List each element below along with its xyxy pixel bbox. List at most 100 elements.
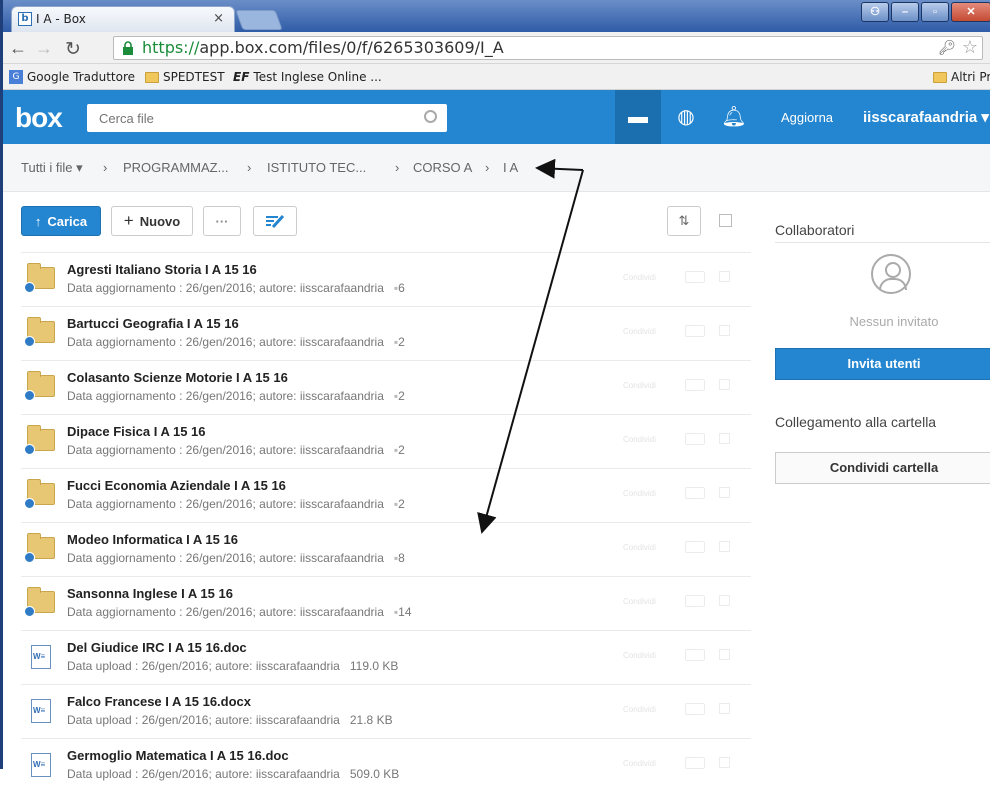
box-logo[interactable]: box	[15, 102, 63, 134]
file-row[interactable]: Del Giudice IRC I A 15 16.doc Data upload…	[21, 630, 751, 684]
new-tab-button[interactable]	[235, 10, 283, 30]
crumb-corso-a[interactable]: CORSO A	[413, 160, 472, 175]
row-share-button[interactable]: Condividi	[623, 273, 656, 282]
crumb-programmaz[interactable]: PROGRAMMAZ...	[123, 160, 228, 175]
row-checkbox[interactable]	[719, 433, 730, 444]
row-share-button[interactable]: Condividi	[623, 327, 656, 336]
close-window-icon[interactable]: ✕	[951, 2, 990, 22]
row-more-icon[interactable]	[685, 487, 705, 499]
row-more-icon[interactable]	[685, 703, 705, 715]
update-link[interactable]: Aggiorna	[781, 110, 833, 125]
row-more-icon[interactable]	[685, 595, 705, 607]
bell-icon[interactable]: 🔔︎	[711, 90, 757, 144]
item-meta: Data aggiornamento : 26/gen/2016; autore…	[67, 281, 405, 295]
row-checkbox[interactable]	[719, 541, 730, 552]
item-name[interactable]: Del Giudice IRC I A 15 16.doc	[67, 640, 247, 655]
folder-row[interactable]: Modeo Informatica I A 15 16 Data aggiorna…	[21, 522, 751, 576]
item-name[interactable]: Fucci Economia Aziendale I A 15 16	[67, 478, 286, 493]
file-count-icon: ▪	[383, 551, 399, 565]
share-folder-button[interactable]: Condividi cartella	[775, 452, 990, 484]
item-count: 8	[398, 551, 405, 565]
more-options-button[interactable]: ···	[203, 206, 241, 236]
user-menu[interactable]: iisscarafaandria ▾	[863, 108, 989, 126]
item-name[interactable]: Modeo Informatica I A 15 16	[67, 532, 238, 547]
file-row[interactable]: Germoglio Matematica I A 15 16.doc Data u…	[21, 738, 751, 792]
row-checkbox[interactable]	[719, 325, 730, 336]
row-share-button[interactable]: Condividi	[623, 435, 656, 444]
file-row[interactable]: Falco Francese I A 15 16.docx Data upload…	[21, 684, 751, 738]
row-share-button[interactable]: Condividi	[623, 381, 656, 390]
crumb-istituto[interactable]: ISTITUTO TEC...	[267, 160, 366, 175]
folder-row[interactable]: Sansonna Inglese I A 15 16 Data aggiornam…	[21, 576, 751, 630]
row-checkbox[interactable]	[719, 595, 730, 606]
row-more-icon[interactable]	[685, 649, 705, 661]
row-share-button[interactable]: Condividi	[623, 705, 656, 714]
item-name[interactable]: Germoglio Matematica I A 15 16.doc	[67, 748, 289, 763]
globe-icon[interactable]: ◍	[663, 90, 709, 144]
url-path: app.box.com/files/0/f/6265303609/I_A	[199, 38, 504, 57]
item-name[interactable]: Sansonna Inglese I A 15 16	[67, 586, 233, 601]
row-more-icon[interactable]	[685, 325, 705, 337]
key-icon[interactable]: 🔑︎	[938, 37, 956, 59]
title-bar: b I A - Box × ⚇ – ▫ ✕	[3, 0, 990, 32]
word-document-icon	[27, 645, 51, 669]
row-share-button[interactable]: Condividi	[623, 489, 656, 498]
back-icon[interactable]: ←	[9, 38, 27, 59]
files-folder-icon[interactable]: ▬	[615, 90, 661, 144]
search-box[interactable]	[87, 104, 447, 132]
search-icon[interactable]	[424, 110, 437, 123]
forward-icon[interactable]: →	[35, 38, 53, 59]
row-checkbox[interactable]	[719, 379, 730, 390]
item-name[interactable]: Agresti Italiano Storia I A 15 16	[67, 262, 257, 277]
row-more-icon[interactable]	[685, 757, 705, 769]
tab-close-icon[interactable]: ×	[213, 11, 224, 26]
bookmark-label: SPEDTEST	[163, 70, 225, 84]
search-input[interactable]	[87, 104, 407, 132]
upload-button[interactable]: ↑ Carica	[21, 206, 101, 236]
row-share-button[interactable]: Condividi	[623, 597, 656, 606]
browser-tab[interactable]: b I A - Box ×	[11, 6, 235, 32]
item-name[interactable]: Falco Francese I A 15 16.docx	[67, 694, 251, 709]
crumb-all-files[interactable]: Tutti i file ▾	[21, 160, 83, 176]
reload-icon[interactable]: ↻	[65, 38, 81, 61]
file-size: 21.8 KB	[349, 713, 393, 727]
url-field[interactable]: https://app.box.com/files/0/f/6265303609…	[113, 36, 983, 60]
folder-row[interactable]: Agresti Italiano Storia I A 15 16 Data ag…	[21, 252, 751, 306]
row-more-icon[interactable]	[685, 433, 705, 445]
row-more-icon[interactable]	[685, 379, 705, 391]
row-share-button[interactable]: Condividi	[623, 759, 656, 768]
item-name[interactable]: Bartucci Geografia I A 15 16	[67, 316, 239, 331]
browser-window: b I A - Box × ⚇ – ▫ ✕ ← → ↻ https://app.…	[0, 0, 990, 781]
item-name[interactable]: Colasanto Scienze Motorie I A 15 16	[67, 370, 288, 385]
new-button[interactable]: + Nuovo	[111, 206, 193, 236]
bookmark-other[interactable]: Altri Pr	[933, 70, 990, 84]
folder-link-title: Collegamento alla cartella	[775, 414, 937, 430]
bulk-edit-button[interactable]	[253, 206, 297, 236]
select-all-checkbox[interactable]	[719, 214, 732, 227]
row-checkbox[interactable]	[719, 271, 730, 282]
minimize-icon[interactable]: –	[891, 2, 919, 22]
maximize-icon[interactable]: ▫	[921, 2, 949, 22]
bookmark-spedtest[interactable]: SPEDTEST	[145, 70, 225, 84]
row-share-button[interactable]: Condividi	[623, 651, 656, 660]
star-icon[interactable]: ☆	[962, 37, 978, 59]
row-checkbox[interactable]	[719, 487, 730, 498]
folder-row[interactable]: Bartucci Geografia I A 15 16 Data aggiorn…	[21, 306, 751, 360]
row-share-button[interactable]: Condividi	[623, 543, 656, 552]
folder-row[interactable]: Dipace Fisica I A 15 16 Data aggiornament…	[21, 414, 751, 468]
user-switch-icon[interactable]: ⚇	[861, 2, 889, 22]
bookmark-ef-test[interactable]: EF Test Inglese Online ...	[233, 70, 382, 84]
folder-row[interactable]: Colasanto Scienze Motorie I A 15 16 Data …	[21, 360, 751, 414]
crumb-separator: ›	[103, 160, 108, 175]
row-more-icon[interactable]	[685, 541, 705, 553]
folder-row[interactable]: Fucci Economia Aziendale I A 15 16 Data a…	[21, 468, 751, 522]
bookmark-google-translate[interactable]: G Google Traduttore	[9, 70, 135, 84]
row-checkbox[interactable]	[719, 703, 730, 714]
row-checkbox[interactable]	[719, 649, 730, 660]
sort-button[interactable]: ⇅	[667, 206, 701, 236]
item-name[interactable]: Dipace Fisica I A 15 16	[67, 424, 206, 439]
row-checkbox[interactable]	[719, 757, 730, 768]
invite-users-button[interactable]: Invita utenti	[775, 348, 990, 380]
row-more-icon[interactable]	[685, 271, 705, 283]
shared-folder-icon	[24, 425, 55, 455]
